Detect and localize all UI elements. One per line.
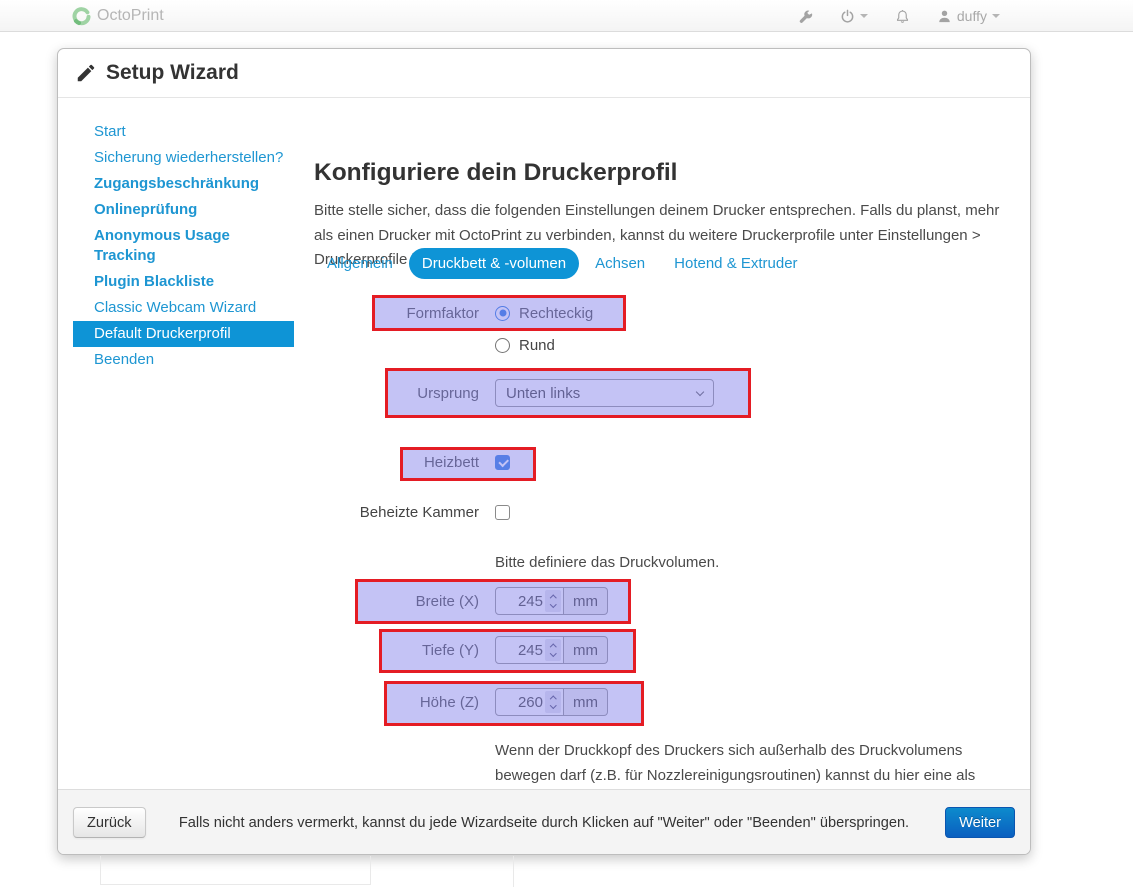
- power-icon: [840, 9, 855, 24]
- chevron-down-icon: [696, 387, 704, 395]
- settings-button[interactable]: [798, 9, 813, 24]
- hoehe-label: Höhe (Z): [314, 694, 479, 711]
- wizard-header: Setup Wizard: [58, 49, 1030, 98]
- step-zugangsbeschraenkung[interactable]: Zugangsbeschränkung: [73, 171, 294, 197]
- radio-rechteckig[interactable]: [495, 306, 510, 321]
- step-anonymous-usage-tracking[interactable]: Anonymous Usage Tracking: [73, 223, 294, 269]
- power-menu[interactable]: [840, 9, 868, 24]
- wizard-title: Setup Wizard: [106, 61, 239, 85]
- wizard-footer: Falls nicht anders vermerkt, kannst du j…: [58, 789, 1030, 854]
- step-plugin-blackliste[interactable]: Plugin Blackliste: [73, 269, 294, 295]
- ursprung-row: Ursprung Unten links: [314, 379, 714, 407]
- setup-wizard-dialog: Setup Wizard Start Sicherung wiederherst…: [57, 48, 1031, 855]
- tab-allgemein[interactable]: Allgemein: [314, 248, 406, 279]
- top-navbar: OctoPrint: [0, 0, 1133, 32]
- profile-tabs: Allgemein Druckbett & -volumen Achsen Ho…: [314, 248, 811, 279]
- octoprint-brand[interactable]: OctoPrint: [72, 0, 164, 32]
- width-x-value: 245: [502, 593, 545, 610]
- bell-icon: [895, 9, 910, 24]
- tiefe-row: Tiefe (Y) 245 mm: [314, 636, 608, 664]
- formfaktor-label: Formfaktor: [314, 305, 479, 322]
- tab-druckbett-volumen[interactable]: Druckbett & -volumen: [409, 248, 579, 279]
- radio-rund-label: Rund: [519, 337, 555, 354]
- user-icon: [937, 9, 952, 24]
- wrench-icon: [798, 9, 813, 24]
- pencil-icon: [75, 62, 97, 84]
- navbar-actions: duffy: [798, 0, 1000, 32]
- tab-hotend-extruder[interactable]: Hotend & Extruder: [661, 248, 810, 279]
- breite-row: Breite (X) 245 mm: [314, 587, 608, 615]
- origin-select[interactable]: Unten links: [495, 379, 714, 407]
- heizbett-row: Heizbett: [314, 451, 510, 473]
- height-z-stepper[interactable]: [545, 691, 561, 713]
- username-label: duffy: [957, 8, 987, 24]
- width-x-input[interactable]: 245: [495, 587, 564, 615]
- unit-addon: mm: [564, 587, 608, 615]
- volume-hint: Bitte definiere das Druckvolumen.: [495, 551, 719, 576]
- height-z-value: 260: [502, 694, 545, 711]
- heated-bed-checkbox[interactable]: [495, 455, 510, 470]
- height-z-input[interactable]: 260: [495, 688, 564, 716]
- depth-y-stepper[interactable]: [545, 639, 561, 661]
- notifications-button[interactable]: [895, 9, 910, 24]
- beheizte-kammer-row: Beheizte Kammer: [314, 501, 510, 523]
- unit-addon: mm: [564, 688, 608, 716]
- breite-label: Breite (X): [314, 593, 479, 610]
- formfaktor-row: Formfaktor Rechteckig: [314, 299, 593, 327]
- wizard-step-list: Start Sicherung wiederherstellen? Zugang…: [73, 119, 294, 373]
- step-classic-webcam-wizard[interactable]: Classic Webcam Wizard: [73, 295, 294, 321]
- radio-rund[interactable]: [495, 338, 510, 353]
- chevron-down-icon: [860, 14, 868, 18]
- step-onlinepruefung[interactable]: Onlineprüfung: [73, 197, 294, 223]
- user-menu[interactable]: duffy: [937, 8, 1000, 24]
- chevron-down-icon: [992, 14, 1000, 18]
- ursprung-label: Ursprung: [314, 385, 479, 402]
- step-start[interactable]: Start: [73, 119, 294, 145]
- step-sicherung[interactable]: Sicherung wiederherstellen?: [73, 145, 294, 171]
- hoehe-row: Höhe (Z) 260 mm: [314, 688, 608, 716]
- background-panel-remnant: [100, 856, 371, 885]
- stepper-down-icon: [550, 601, 556, 607]
- unit-addon: mm: [564, 636, 608, 664]
- octoprint-logo-icon: [72, 7, 91, 26]
- origin-select-value: Unten links: [506, 385, 697, 402]
- depth-y-value: 245: [502, 642, 545, 659]
- brand-label: OctoPrint: [97, 7, 164, 25]
- back-button[interactable]: Zurück: [73, 807, 146, 838]
- stepper-down-icon: [550, 650, 556, 656]
- heizbett-label: Heizbett: [314, 454, 479, 471]
- width-x-stepper[interactable]: [545, 590, 561, 612]
- step-beenden[interactable]: Beenden: [73, 347, 294, 373]
- page-title: Konfiguriere dein Druckerprofil: [314, 159, 677, 187]
- tiefe-label: Tiefe (Y): [314, 642, 479, 659]
- step-default-druckerprofil[interactable]: Default Druckerprofil: [73, 321, 294, 347]
- tab-achsen[interactable]: Achsen: [582, 248, 658, 279]
- stepper-down-icon: [550, 702, 556, 708]
- beheizte-kammer-label: Beheizte Kammer: [314, 504, 479, 521]
- heated-chamber-checkbox[interactable]: [495, 505, 510, 520]
- rund-row: Rund: [314, 333, 555, 357]
- depth-y-input[interactable]: 245: [495, 636, 564, 664]
- next-button[interactable]: Weiter: [945, 807, 1015, 838]
- radio-rechteckig-label: Rechteckig: [519, 305, 593, 322]
- background-divider-remnant: [513, 856, 514, 887]
- footer-note: Falls nicht anders vermerkt, kannst du j…: [158, 790, 930, 855]
